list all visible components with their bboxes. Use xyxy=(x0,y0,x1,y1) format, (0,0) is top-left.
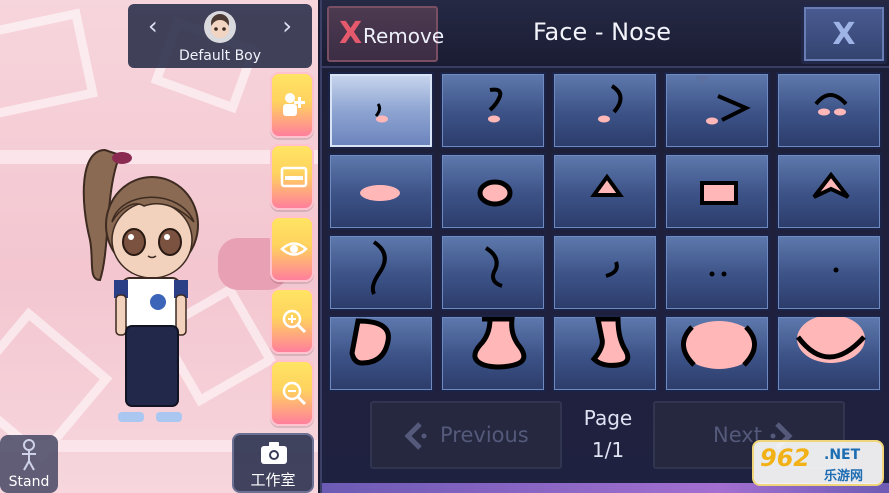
add-character-button[interactable] xyxy=(270,72,314,138)
nose-style-7[interactable] xyxy=(440,153,546,230)
background-button[interactable] xyxy=(270,144,314,210)
panel-title: Face - Nose xyxy=(532,18,672,46)
watermark-net: .NET xyxy=(824,447,861,463)
character-selector: ‹ › Default Boy xyxy=(128,4,312,68)
nose-style-15[interactable] xyxy=(776,234,882,311)
panel-header: X Remove Face - Nose X xyxy=(322,0,889,68)
close-button[interactable]: X xyxy=(801,4,887,64)
nose-shape-icon xyxy=(370,240,387,295)
nose-shape-icon xyxy=(374,103,388,123)
prev-character-button[interactable]: ‹ xyxy=(148,12,158,40)
nose-shape-icon xyxy=(605,261,619,278)
character-scene: ‹ › Default Boy Stand 工作室 xyxy=(0,0,318,493)
toggle-visibility-button[interactable] xyxy=(270,216,314,282)
nose-style-11[interactable] xyxy=(328,234,434,311)
character-avatar xyxy=(204,11,236,43)
nose-style-16[interactable] xyxy=(328,315,434,392)
background-icon xyxy=(280,166,308,188)
nose-style-12[interactable] xyxy=(440,234,546,311)
camera-icon xyxy=(261,442,287,464)
nose-shape-icon xyxy=(814,93,848,116)
nose-shape-icon xyxy=(349,318,391,366)
nose-shape-icon xyxy=(360,185,400,201)
nose-style-8[interactable] xyxy=(552,153,658,230)
character-sprite[interactable] xyxy=(60,130,210,430)
watermark-logo: 962 .NET 乐游网 xyxy=(752,440,884,486)
watermark-number: 962 xyxy=(760,444,811,472)
eye-visibility-icon xyxy=(280,242,308,256)
nose-style-2[interactable] xyxy=(440,72,546,149)
previous-label: Previous xyxy=(440,423,529,447)
nose-shape-icon xyxy=(484,246,503,288)
studio-label: 工作室 xyxy=(250,471,296,489)
nose-shape-icon xyxy=(488,87,503,123)
stand-label: Stand xyxy=(8,474,50,490)
nose-style-5[interactable] xyxy=(776,72,882,149)
chevron-left-icon xyxy=(404,422,427,450)
zoom-in-button[interactable] xyxy=(270,288,314,354)
nose-shape-icon xyxy=(709,271,727,277)
nose-style-14[interactable] xyxy=(664,234,770,311)
nose-style-3[interactable] xyxy=(552,72,658,149)
nose-style-19[interactable] xyxy=(664,315,770,392)
stand-pose-icon xyxy=(22,439,36,471)
nose-style-17[interactable] xyxy=(440,315,546,392)
nose-shape-icon xyxy=(700,181,738,205)
editor-panel: X Remove Face - Nose X Previous Page 1/1… xyxy=(320,0,889,493)
nose-shape-icon xyxy=(590,173,624,197)
zoom-out-button[interactable] xyxy=(270,360,314,426)
previous-page-button[interactable]: Previous xyxy=(370,401,562,469)
next-character-button[interactable]: › xyxy=(282,12,292,40)
nose-style-13[interactable] xyxy=(552,234,658,311)
selected-indicator-icon xyxy=(695,76,709,84)
add-character-icon xyxy=(283,93,305,116)
nose-shape-icon xyxy=(796,317,866,363)
nose-shape-icon xyxy=(472,317,527,370)
nose-shape-icon xyxy=(812,171,850,199)
watermark-site: 乐游网 xyxy=(824,469,864,484)
remove-label: Remove xyxy=(363,24,445,48)
nose-shape-icon xyxy=(681,321,757,369)
studio-button[interactable]: 工作室 xyxy=(232,433,314,493)
stand-button[interactable]: Stand xyxy=(0,435,58,493)
nose-style-9[interactable] xyxy=(664,153,770,230)
nose-style-1[interactable] xyxy=(328,72,434,149)
zoom-out-icon xyxy=(282,381,307,406)
remove-x-icon: X xyxy=(339,16,363,51)
nose-shape-icon xyxy=(833,267,839,273)
nose-shape-icon xyxy=(598,84,623,123)
page-label: Page xyxy=(583,406,633,430)
nose-style-18[interactable] xyxy=(552,315,658,392)
close-icon: X xyxy=(832,17,856,52)
zoom-in-icon xyxy=(282,309,307,334)
nose-style-6[interactable] xyxy=(328,153,434,230)
nose-shape-icon xyxy=(706,94,751,125)
nose-style-20[interactable] xyxy=(776,315,882,392)
nose-style-10[interactable] xyxy=(776,153,882,230)
nose-style-4[interactable] xyxy=(664,72,770,149)
page-number: 1/1 xyxy=(591,438,625,462)
character-name: Default Boy xyxy=(178,48,262,64)
bg-decoration xyxy=(0,8,99,122)
remove-button[interactable]: X Remove xyxy=(327,6,444,62)
nose-shape-icon xyxy=(477,179,513,207)
nose-shape-icon xyxy=(590,317,631,368)
